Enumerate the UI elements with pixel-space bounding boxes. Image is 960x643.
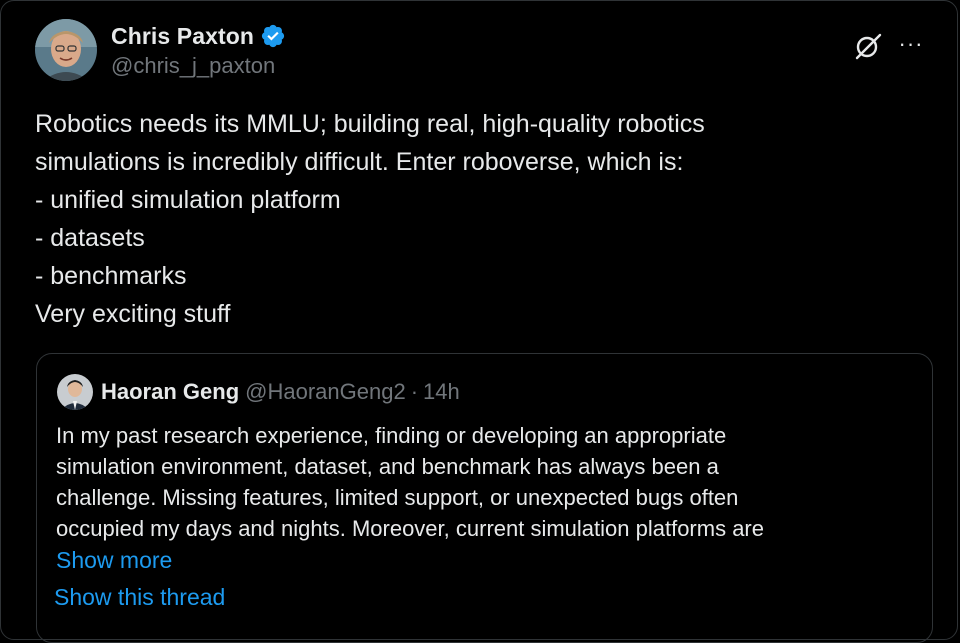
display-name-row: Chris Paxton [111,21,286,51]
verified-badge-icon [260,23,286,49]
quoted-tweet-line: challenge. Missing features, limited sup… [56,485,739,510]
quoted-tweet-timestamp[interactable]: 14h [423,379,460,405]
avatar-photo-icon [35,19,97,81]
grok-icon[interactable] [853,31,883,61]
tweet-line: simulations is incredibly difficult. Ent… [35,148,684,176]
quoted-author-handle[interactable]: @HaoranGeng2 [245,379,406,405]
quoted-author-avatar[interactable] [57,374,93,410]
author-display-name[interactable]: Chris Paxton [111,23,254,50]
quoted-tweet-line: occupied my days and nights. Moreover, c… [56,516,764,541]
author-info: Chris Paxton @chris_j_paxton [111,21,286,79]
quoted-author-display-name[interactable]: Haoran Geng [101,379,239,405]
tweet-line: - unified simulation platform [35,186,341,214]
show-more-link[interactable]: Show more [56,547,172,574]
tweet-line: Very exciting stuff [35,300,231,328]
quoted-tweet-line: In my past research experience, finding … [56,423,727,448]
tweet-card: Chris Paxton @chris_j_paxton ··· Robotic… [0,0,958,643]
tweet-line: - benchmarks [35,262,187,290]
tweet-line: Robotics needs its MMLU; building real, … [35,110,705,138]
quoted-avatar-photo-icon [57,374,93,410]
tweet-line: - datasets [35,224,145,252]
quoted-tweet-header: Haoran Geng @HaoranGeng2 · 14h [57,374,460,410]
show-thread-link[interactable]: Show this thread [54,584,225,611]
quoted-tweet-line: simulation environment, dataset, and ben… [56,454,719,479]
quoted-tweet-body: In my past research experience, finding … [56,420,916,544]
tweet-body: Robotics needs its MMLU; building real, … [35,105,915,333]
author-avatar[interactable] [35,19,97,81]
more-options-icon[interactable]: ··· [897,29,925,59]
separator-dot: · [410,379,419,404]
author-handle[interactable]: @chris_j_paxton [111,53,286,79]
tweet-header: Chris Paxton @chris_j_paxton ··· [35,19,925,83]
